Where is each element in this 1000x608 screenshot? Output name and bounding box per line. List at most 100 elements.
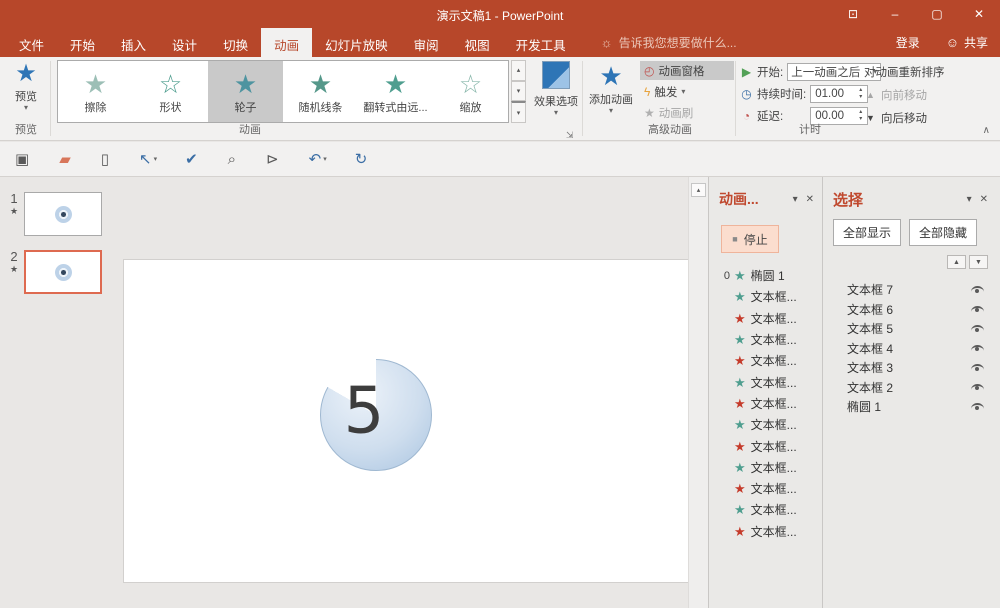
thumbnail-preview[interactable]	[24, 192, 102, 236]
add-animation-button[interactable]: ★ 添加动画 ▾	[586, 61, 636, 115]
ribbon-tab[interactable]: 动画	[261, 28, 312, 57]
animation-effect[interactable]: ★ 轮子	[208, 61, 283, 122]
animation-pane-button[interactable]: ◴ 动画窗格	[640, 61, 734, 80]
eye-visibility-icon[interactable]	[971, 384, 984, 391]
chevron-down-icon[interactable]: ▾	[967, 194, 972, 205]
save-icon[interactable]: ▣	[15, 150, 31, 168]
animation-item[interactable]: ★ 文本框...	[709, 457, 822, 478]
send-backward-icon[interactable]: ▼	[969, 255, 988, 269]
animation-item[interactable]: ★ 文本框...	[709, 286, 822, 307]
gallery-scroll-up-icon[interactable]: ▴	[511, 60, 526, 81]
eye-visibility-icon[interactable]	[971, 286, 984, 293]
ribbon-tab[interactable]: 设计	[159, 28, 210, 57]
reorder-column: 对动画重新排序 ▲ 向前移动 ▼ 向后移动	[864, 62, 990, 131]
input-mode-icon[interactable]: ↖ ▾	[139, 150, 157, 168]
open-folder-icon[interactable]: ▰	[59, 150, 73, 168]
canvas-scrollbar[interactable]: ▴	[688, 177, 708, 608]
selection-item[interactable]: 文本框 5	[823, 319, 1000, 339]
ribbon-tab[interactable]: 文件	[6, 28, 57, 57]
chevron-down-icon: ▾	[24, 104, 28, 112]
ribbon-tab[interactable]: 插入	[108, 28, 159, 57]
animation-item[interactable]: ★ 文本框...	[709, 499, 822, 520]
add-animation-star-icon: ★	[599, 61, 622, 91]
animation-item[interactable]: ★ 文本框...	[709, 521, 822, 542]
minimize-icon[interactable]: –	[874, 0, 916, 28]
animation-effect[interactable]: ★ 翻转式由远...	[358, 61, 433, 122]
gallery-more-icon[interactable]: ▾	[511, 101, 526, 123]
eye-visibility-icon[interactable]	[971, 345, 984, 352]
up-arrow-icon: ▲	[864, 90, 877, 100]
countdown-circle[interactable]: 5	[320, 359, 432, 471]
animation-item[interactable]: ★ 文本框...	[709, 435, 822, 456]
scroll-up-icon[interactable]: ▴	[691, 183, 706, 197]
eye-visibility-icon[interactable]	[971, 364, 984, 371]
collapse-ribbon-icon[interactable]: ∧	[983, 125, 990, 136]
eye-visibility-icon[interactable]	[971, 325, 984, 332]
duration-spinner[interactable]: 01.00 ▴ ▾	[810, 85, 868, 103]
thumbnail-preview[interactable]	[24, 250, 102, 294]
chevron-down-icon[interactable]: ▾	[793, 194, 798, 205]
animation-effect[interactable]: ★ 擦除	[58, 61, 133, 122]
selection-item[interactable]: 文本框 7	[823, 280, 1000, 300]
ribbon-display-options-icon[interactable]: ⊡	[832, 0, 874, 28]
gallery-scroll-down-icon[interactable]: ▾	[511, 81, 526, 102]
selection-item[interactable]: 文本框 4	[823, 339, 1000, 359]
animation-effect[interactable]: ★ 随机线条	[283, 61, 358, 122]
bring-forward-icon[interactable]: ▲	[947, 255, 966, 269]
slide-canvas[interactable]: 5	[123, 259, 690, 583]
redo-icon[interactable]: ↻	[355, 150, 370, 168]
animation-item[interactable]: ★ 文本框...	[709, 393, 822, 414]
close-pane-icon[interactable]: ✕	[980, 194, 988, 205]
undo-icon[interactable]: ↶ ▾	[309, 150, 327, 168]
ribbon-tab[interactable]: 开发工具	[503, 28, 579, 57]
move-earlier-button[interactable]: ▲ 向前移动	[864, 85, 990, 104]
animation-effect[interactable]: ☆ 缩放	[433, 61, 508, 122]
print-preview-icon[interactable]: ⌕	[228, 151, 238, 168]
animation-item[interactable]: ★ 文本框...	[709, 308, 822, 329]
close-pane-icon[interactable]: ✕	[806, 194, 814, 205]
dialog-launcher-icon[interactable]: ⇲	[566, 130, 574, 141]
ribbon-tab[interactable]: 审阅	[401, 28, 452, 57]
selection-item[interactable]: 椭圆 1	[823, 397, 1000, 417]
animation-item-label: 文本框...	[751, 374, 797, 391]
spellcheck-icon[interactable]: ✔	[185, 150, 200, 168]
stop-button[interactable]: ■ 停止	[721, 225, 779, 253]
selection-item[interactable]: 文本框 6	[823, 300, 1000, 320]
animation-effect[interactable]: ☆ 形状	[133, 61, 208, 122]
close-icon[interactable]: ✕	[958, 0, 1000, 28]
down-arrow-icon: ▼	[864, 113, 877, 123]
ribbon-tab[interactable]: 视图	[452, 28, 503, 57]
ribbon-tab[interactable]: 切换	[210, 28, 261, 57]
timing-group: ▶ 开始: 上一动画之后 ▾ ◷ 持续时间: 01.00 ▴ ▾ ◔ 延迟: 0…	[740, 62, 990, 128]
login-button[interactable]: 登录	[882, 34, 934, 51]
slideshow-icon[interactable]: ⊳	[266, 150, 281, 168]
animation-item-label: 文本框...	[751, 438, 797, 455]
slide-number: 1	[6, 191, 22, 206]
ribbon-divider	[735, 61, 736, 136]
tell-me-box[interactable]: ☼ 告诉我您想要做什么...	[601, 28, 737, 57]
maximize-icon[interactable]: ▢	[916, 0, 958, 28]
hide-all-button[interactable]: 全部隐藏	[909, 219, 977, 246]
animation-item[interactable]: ★ 文本框...	[709, 371, 822, 392]
animation-item[interactable]: ★ 文本框...	[709, 329, 822, 350]
group-label-animation: 动画	[210, 121, 290, 137]
animation-item[interactable]: ★ 文本框...	[709, 414, 822, 435]
share-button[interactable]: ☺ 共享	[934, 28, 1000, 57]
ribbon-tab[interactable]: 幻灯片放映	[312, 28, 401, 57]
move-later-button[interactable]: ▼ 向后移动	[864, 108, 990, 127]
preview-button[interactable]: ★ 预览 ▾	[4, 61, 48, 123]
selection-item[interactable]: 文本框 2	[823, 378, 1000, 398]
effect-options-button[interactable]: 效果选项 ▾	[532, 61, 580, 117]
new-document-icon[interactable]: ▯	[101, 150, 111, 168]
selection-item[interactable]: 文本框 3	[823, 358, 1000, 378]
animation-item[interactable]: ★ 文本框...	[709, 478, 822, 499]
eye-visibility-icon[interactable]	[971, 306, 984, 313]
animation-item[interactable]: 0 ★ 椭圆 1	[709, 265, 822, 286]
eye-visibility-icon[interactable]	[971, 403, 984, 410]
ribbon-tab[interactable]: 开始	[57, 28, 108, 57]
animation-item[interactable]: ★ 文本框...	[709, 350, 822, 371]
animation-painter-button[interactable]: ★ 动画刷	[640, 103, 734, 122]
animation-star-icon: ★	[6, 264, 22, 275]
trigger-button[interactable]: ϟ 触发 ▾	[640, 82, 734, 101]
show-all-button[interactable]: 全部显示	[833, 219, 901, 246]
